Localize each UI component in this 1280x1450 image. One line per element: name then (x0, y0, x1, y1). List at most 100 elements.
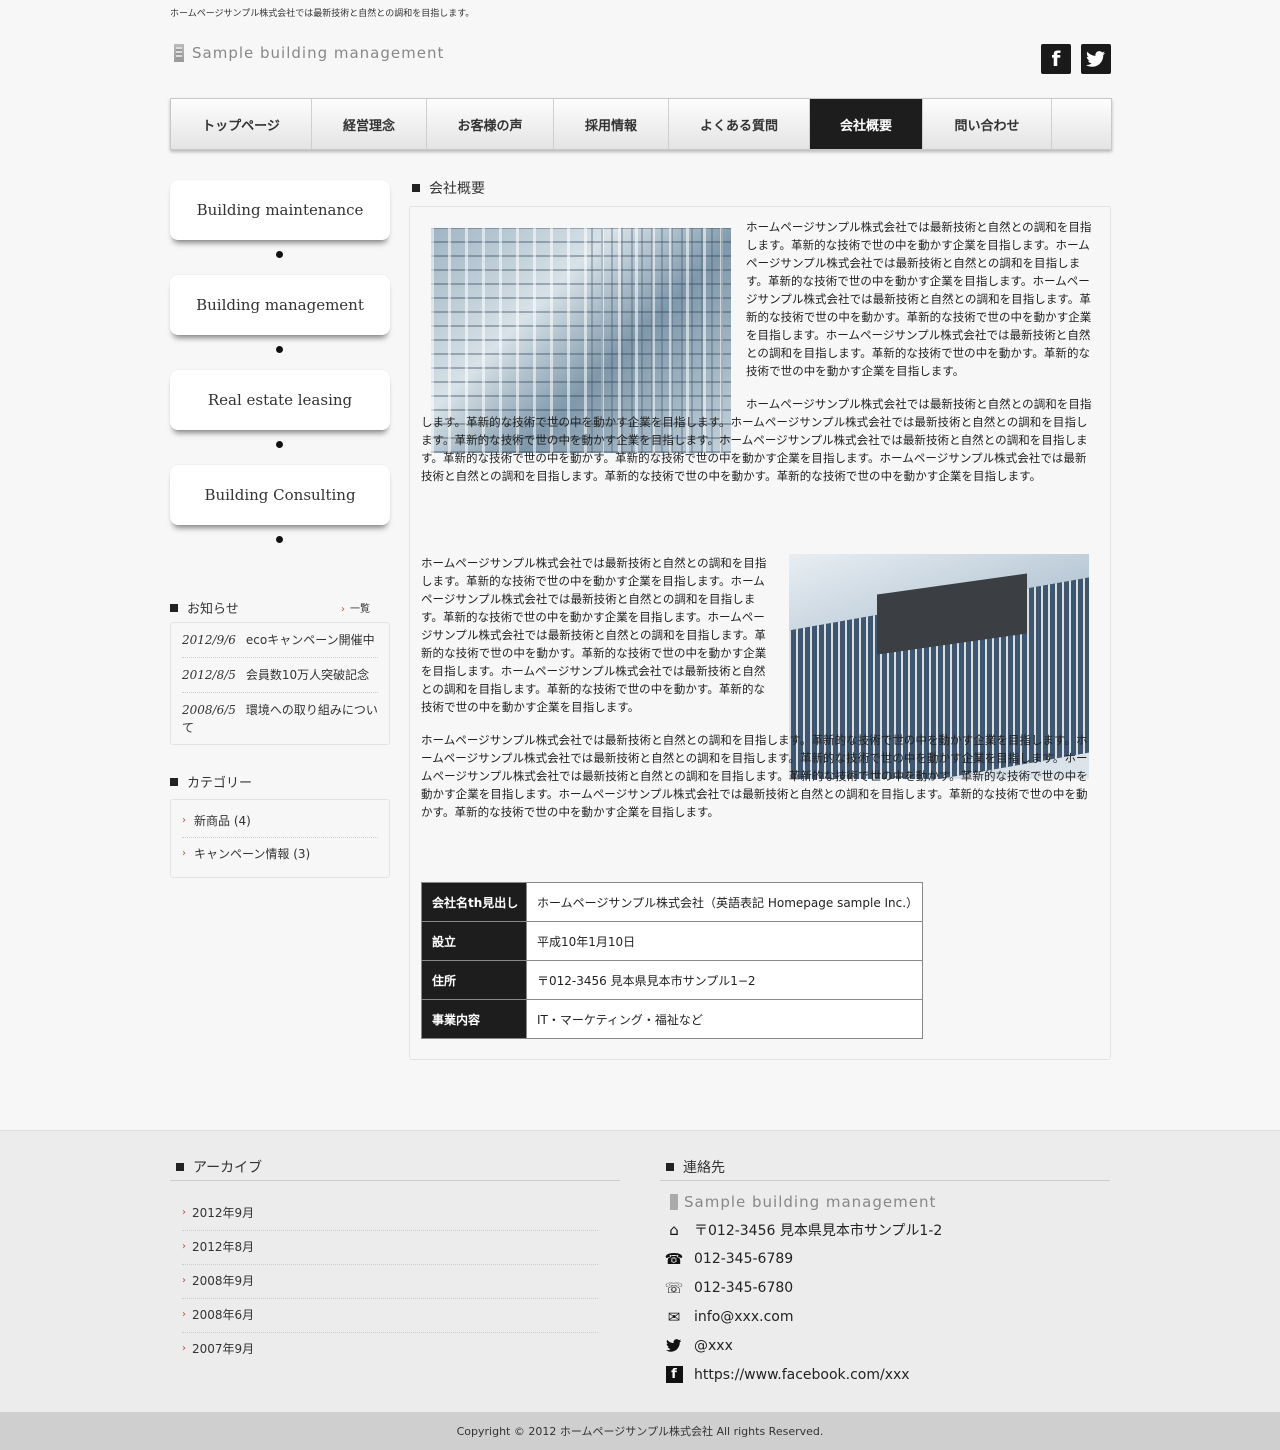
news-date: 2008/6/5 (182, 703, 236, 717)
square-bullet-icon (170, 603, 178, 612)
archive-item[interactable]: 2012年8月 (182, 1231, 598, 1265)
main-heading: 会社概要 (412, 178, 485, 198)
building-icon (174, 44, 184, 62)
fax-icon: ☏ (664, 1278, 684, 1297)
service-label: Real estate leasing (207, 391, 353, 409)
nav-item-company[interactable]: 会社概要 (810, 99, 923, 149)
contact-logo: Sample building management (665, 1189, 942, 1215)
category-heading: カテゴリー (170, 772, 252, 791)
email-text[interactable]: info@xxx.com (694, 1309, 793, 1325)
service-building-consulting[interactable]: Building Consulting (170, 465, 390, 543)
paragraph-2: ホームページサンプル株式会社では最新技術と自然との調和を目指します。革新的な技術… (421, 397, 1092, 483)
archive-item[interactable]: 2008年6月 (182, 1299, 598, 1333)
header-tagline: ホームページサンプル株式会社では最新技術と自然との調和を目指します。 (170, 9, 475, 19)
facebook-icon[interactable]: f (1041, 44, 1071, 74)
page-title: 会社概要 (429, 181, 485, 197)
news-text: ecoキャンペーン開催中 (245, 633, 375, 647)
mail-icon: ✉ (667, 1307, 681, 1326)
connector-dot (276, 346, 283, 353)
category-title: カテゴリー (187, 776, 253, 791)
service-label: Building maintenance (196, 201, 364, 219)
copyright-bar: Copyright © 2012 ホームページサンプル株式会社 All righ… (0, 1412, 1280, 1450)
news-item[interactable]: 2008/6/5 環境への取り組みについて (182, 693, 378, 745)
social-links: f (1041, 44, 1111, 74)
contact-logo-text: Sample building management (684, 1193, 937, 1211)
phone-icon: ☎ (664, 1249, 684, 1268)
archive-title: アーカイブ (193, 1160, 263, 1176)
contact-heading: 連絡先 (666, 1157, 725, 1177)
facebook-text[interactable]: https://www.facebook.com/xxx (694, 1367, 910, 1383)
table-cell: ホームページサンプル株式会社（英語表記 Homepage sample Inc.… (526, 882, 923, 922)
news-date: 2012/8/5 (182, 668, 236, 682)
news-text: 会員数10万人突破記念 (245, 668, 370, 682)
news-item[interactable]: 2012/8/5 会員数10万人突破記念 (182, 658, 378, 693)
contact-fax: ☏ 012-345-6780 (665, 1273, 942, 1302)
contact-address: ⌂ 〒012-3456 見本県見本市サンプル1-2 (665, 1215, 942, 1244)
paragraph-1: ホームページサンプル株式会社では最新技術と自然との調和を目指します。革新的な技術… (746, 220, 1092, 378)
copyright-text: Copyright © 2012 ホームページサンプル株式会社 All righ… (456, 1425, 824, 1438)
nav-item-contact[interactable]: 問い合わせ (923, 99, 1052, 149)
contact-block: Sample building management ⌂ 〒012-3456 見本… (665, 1189, 942, 1389)
table-row: 事業内容 IT・マーケティング・福祉など (421, 999, 923, 1039)
contact-facebook: f https://www.facebook.com/xxx (665, 1360, 942, 1389)
building-icon (665, 1193, 683, 1211)
news-heading: お知らせ 一覧 (170, 598, 380, 617)
nav-item-philosophy[interactable]: 経営理念 (312, 99, 427, 149)
service-label: Building management (196, 296, 364, 314)
news-more-link[interactable]: 一覧 (341, 600, 370, 615)
archive-list: 2012年9月 2012年8月 2008年9月 2008年6月 2007年9月 (182, 1197, 598, 1366)
contact-twitter: @xxx (665, 1331, 942, 1360)
paragraph-4: ホームページサンプル株式会社では最新技術と自然との調和を目指します。革新的な技術… (421, 733, 1088, 819)
category-item[interactable]: 新商品 (4) (182, 805, 378, 838)
news-title: お知らせ (187, 602, 239, 617)
home-icon: ⌂ (669, 1220, 679, 1239)
twitter-text[interactable]: @xxx (694, 1338, 733, 1354)
connector-dot (276, 251, 283, 258)
table-header-cell: 設立 (421, 921, 527, 961)
square-bullet-icon (170, 777, 178, 786)
table-row: 設立 平成10年1月10日 (421, 921, 923, 961)
contact-tel: ☎ 012-345-6789 (665, 1244, 942, 1273)
square-bullet-icon (412, 184, 420, 192)
table-row: 住所 〒012-3456 見本県見本市サンプル1−2 (421, 960, 923, 1000)
service-building-maintenance[interactable]: Building maintenance (170, 180, 390, 258)
footer: アーカイブ 2012年9月 2012年8月 2008年9月 2008年6月 20… (0, 1130, 1280, 1412)
nav-item-voices[interactable]: お客様の声 (427, 99, 554, 149)
category-item[interactable]: キャンペーン情報 (3) (182, 838, 378, 870)
service-label: Building Consulting (204, 486, 356, 504)
archive-heading: アーカイブ (176, 1157, 262, 1177)
table-header-cell: 会社名th見出し (421, 882, 527, 922)
connector-dot (276, 536, 283, 543)
service-real-estate-leasing[interactable]: Real estate leasing (170, 370, 390, 448)
archive-item[interactable]: 2007年9月 (182, 1333, 598, 1366)
twitter-icon[interactable] (1081, 44, 1111, 74)
category-box: 新商品 (4) キャンペーン情報 (3) (170, 799, 390, 878)
table-cell: 平成10年1月10日 (526, 921, 923, 961)
service-building-management[interactable]: Building management (170, 275, 390, 353)
site-logo[interactable]: Sample building management (174, 44, 444, 62)
main-content: ホームページサンプル株式会社では最新技術と自然との調和を目指します。革新的な技術… (409, 206, 1111, 1060)
logo-text: Sample building management (192, 44, 445, 62)
archive-item[interactable]: 2008年9月 (182, 1265, 598, 1299)
news-item[interactable]: 2012/9/6 ecoキャンペーン開催中 (182, 623, 378, 658)
table-header-cell: 住所 (421, 960, 527, 1000)
paragraph-3: ホームページサンプル株式会社では最新技術と自然との調和を目指します。革新的な技術… (421, 556, 767, 714)
contact-email: ✉ info@xxx.com (665, 1302, 942, 1331)
facebook-icon: f (665, 1366, 683, 1384)
square-bullet-icon (666, 1163, 674, 1171)
table-cell: IT・マーケティング・福祉など (526, 999, 923, 1039)
square-bullet-icon (176, 1163, 184, 1171)
news-date: 2012/9/6 (182, 633, 236, 647)
table-cell: 〒012-3456 見本県見本市サンプル1−2 (526, 960, 923, 1000)
tel-text: 012-345-6789 (694, 1250, 794, 1267)
table-header-cell: 事業内容 (421, 999, 527, 1039)
nav-item-top[interactable]: トップページ (171, 99, 312, 149)
archive-item[interactable]: 2012年9月 (182, 1197, 598, 1231)
nav-item-faq[interactable]: よくある質問 (669, 99, 810, 149)
divider (660, 1180, 1110, 1181)
nav-item-recruit[interactable]: 採用情報 (554, 99, 669, 149)
sidebar: Building maintenance Building management… (170, 180, 390, 560)
address-text: 〒012-3456 見本県見本市サンプル1-2 (694, 1222, 943, 1239)
contact-title: 連絡先 (683, 1160, 725, 1176)
main-nav: トップページ 経営理念 お客様の声 採用情報 よくある質問 会社概要 問い合わせ (170, 98, 1112, 150)
